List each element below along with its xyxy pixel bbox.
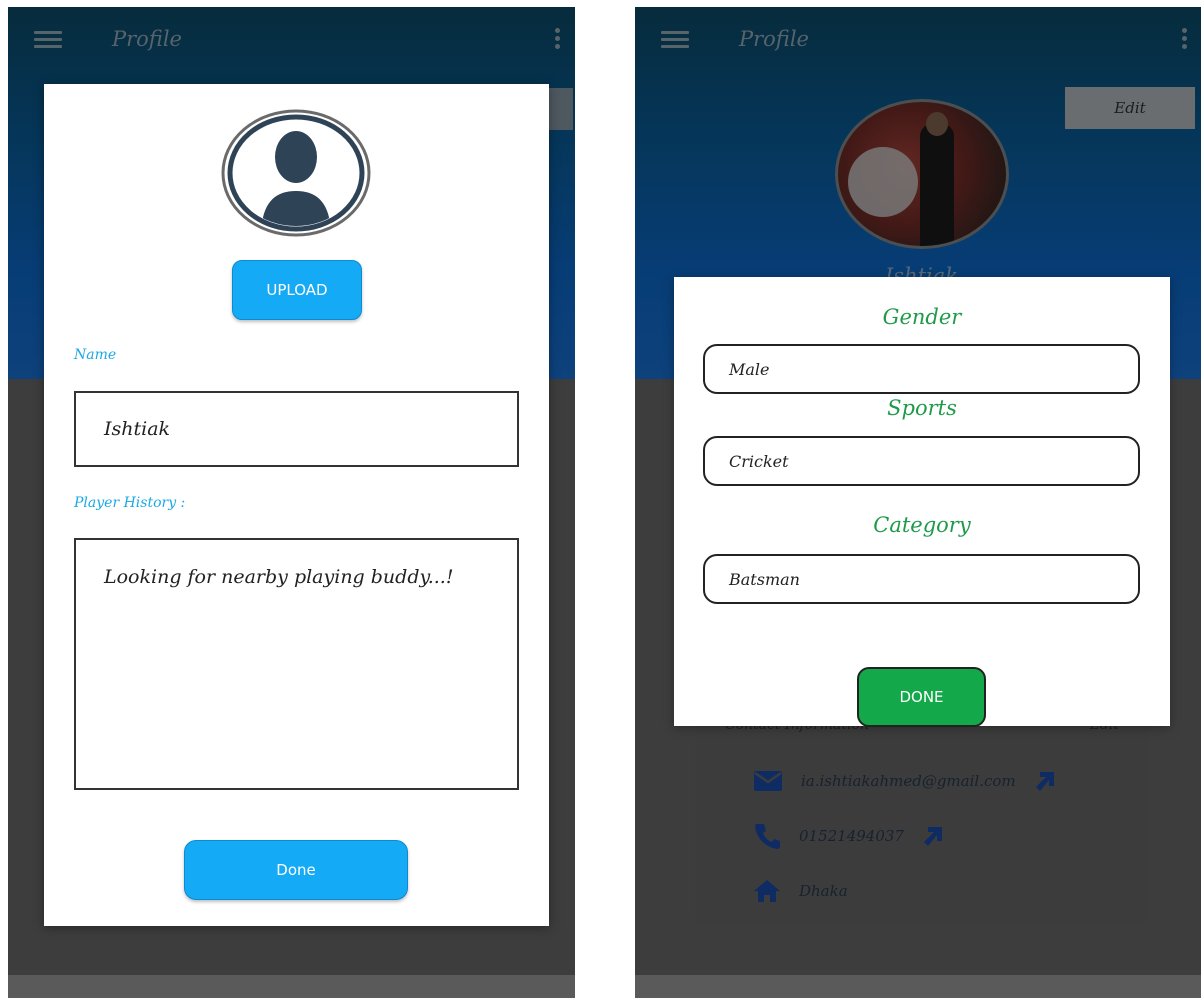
name-label: Name xyxy=(74,347,117,363)
person-silhouette-icon[interactable] xyxy=(221,109,371,237)
done-button[interactable]: DONE xyxy=(857,667,986,727)
sports-title: Sports xyxy=(887,396,957,420)
edit-profile-dialog: UPLOAD Name Ishtiak Player History : Loo… xyxy=(44,84,549,926)
bottom-strip xyxy=(635,975,1201,998)
name-input[interactable]: Ishtiak xyxy=(74,391,519,467)
sports-info-dialog: Gender Male Sports Cricket Category Bats… xyxy=(674,277,1170,727)
left-phone-screen: Profile UPLOAD Name Ishtiak Player Histo… xyxy=(8,7,575,998)
done-button[interactable]: Done xyxy=(184,840,408,900)
right-phone-screen: Profile Edit Ishtiak Contact Information… xyxy=(635,7,1201,998)
gender-title: Gender xyxy=(882,305,962,329)
category-field[interactable]: Batsman xyxy=(703,554,1140,604)
bottom-strip xyxy=(8,975,575,998)
category-title: Category xyxy=(873,513,971,537)
gender-field[interactable]: Male xyxy=(703,344,1140,394)
player-history-textarea[interactable]: Looking for nearby playing buddy...! xyxy=(74,538,519,790)
sports-field[interactable]: Cricket xyxy=(703,436,1140,486)
player-history-label: Player History : xyxy=(74,495,186,511)
upload-button[interactable]: UPLOAD xyxy=(232,260,362,320)
